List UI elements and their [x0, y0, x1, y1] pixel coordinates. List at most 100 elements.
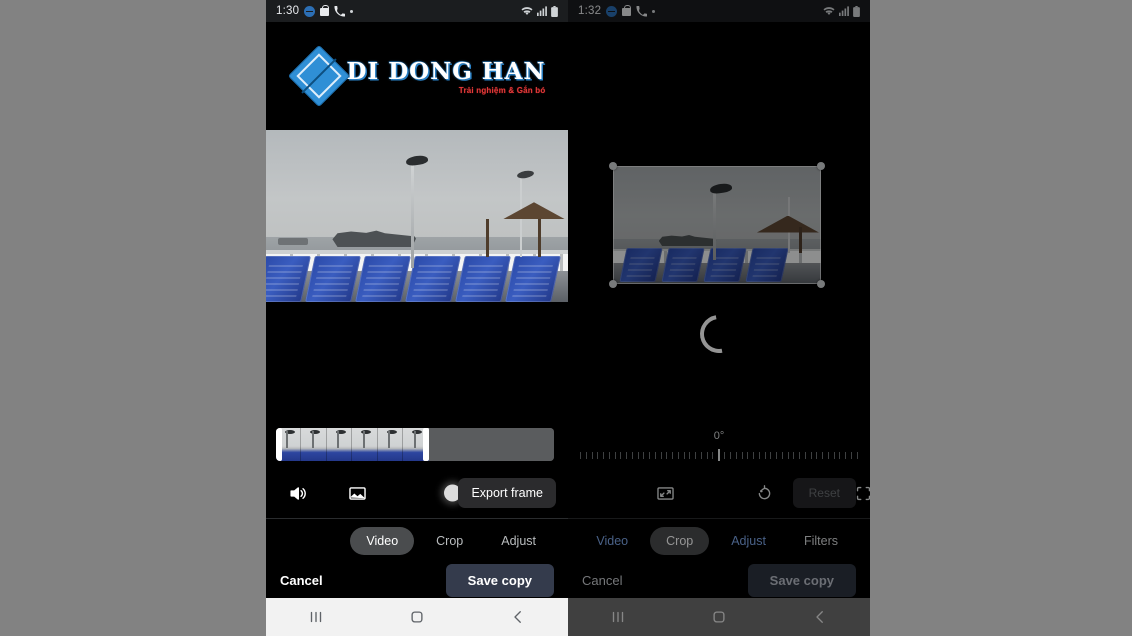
- status-bar-right: [521, 5, 558, 17]
- save-copy-button[interactable]: Save copy: [445, 563, 554, 597]
- timeline-thumbnail: [377, 428, 404, 461]
- dial-tick: [776, 451, 777, 459]
- dial-tick: [770, 451, 772, 459]
- tab-adjust[interactable]: Adjust: [485, 527, 552, 555]
- volume-icon[interactable]: [284, 480, 310, 506]
- video-preview[interactable]: [266, 130, 568, 302]
- lounge-chair: [455, 256, 511, 302]
- wifi-icon: [823, 6, 835, 16]
- action-bar: Cancel Save copy: [266, 562, 568, 598]
- dial-tick: [758, 451, 760, 459]
- timeline-remainder[interactable]: [428, 428, 554, 461]
- dial-tick: [660, 451, 662, 459]
- tab-crop[interactable]: Crop: [420, 527, 479, 555]
- free-crop-icon[interactable]: [854, 480, 870, 506]
- app-logo-banner: DI DONG HAN Trải nghiệm & Gắn bó: [266, 22, 568, 130]
- dial-tick: [631, 451, 633, 459]
- dial-tick: [603, 451, 604, 459]
- dial-tick: [724, 451, 726, 459]
- timeline-thumbnail: [301, 428, 327, 461]
- frame-picture-icon[interactable]: [344, 480, 370, 506]
- cancel-button[interactable]: Cancel: [280, 573, 323, 588]
- dial-tick: [856, 451, 858, 459]
- dial-tick: [597, 451, 599, 459]
- dial-tick: [781, 451, 783, 459]
- dial-tick: [672, 451, 673, 459]
- dial-tick: [695, 451, 696, 459]
- editor-tabs: Video Crop Adjust: [266, 522, 568, 560]
- recents-icon[interactable]: [307, 608, 325, 626]
- dial-tick: [626, 451, 627, 459]
- dial-tick: [643, 451, 645, 459]
- trim-handle-left[interactable]: [276, 428, 282, 461]
- tab-crop[interactable]: Crop: [650, 527, 710, 555]
- dial-tick: [850, 451, 852, 459]
- dial-tick: [839, 451, 841, 459]
- status-bar-left: 1:30: [276, 5, 354, 17]
- status-bar-left: 1:32: [578, 5, 656, 17]
- tab-filters[interactable]: Filters: [788, 527, 854, 555]
- action-bar: Cancel Save copy: [568, 562, 870, 598]
- dial-tick: [822, 451, 823, 459]
- status-bar: 1:32: [568, 0, 870, 22]
- logo-title: DI DONG HAN: [346, 57, 546, 85]
- rotate-icon[interactable]: [755, 480, 774, 506]
- crop-handle-top-left[interactable]: [609, 162, 617, 170]
- dial-tick: [810, 451, 812, 459]
- phone-icon: [636, 5, 648, 17]
- dial-tick: [689, 451, 691, 459]
- back-icon[interactable]: [811, 608, 829, 626]
- aspect-ratio-icon[interactable]: [656, 480, 675, 506]
- crop-handle-bottom-right[interactable]: [817, 280, 825, 288]
- dial-tick: [700, 451, 702, 459]
- system-nav-bar: [568, 598, 870, 636]
- crop-outline: [613, 166, 821, 284]
- dial-tick: [608, 451, 610, 459]
- editor-tabs: Video Crop Adjust Filters: [568, 522, 870, 560]
- dial-tick: [799, 451, 800, 459]
- video-tool-row: Export frame: [266, 470, 568, 516]
- dial-tick: [741, 451, 743, 459]
- diamond-logo-icon: [287, 44, 350, 108]
- signal-icon: [537, 6, 547, 16]
- tab-adjust[interactable]: Adjust: [715, 527, 782, 555]
- tab-video[interactable]: Video: [350, 527, 415, 555]
- dial-tick: [845, 451, 846, 459]
- battery-icon: [551, 5, 558, 17]
- home-icon[interactable]: [710, 608, 728, 626]
- dial-tick: [787, 451, 789, 459]
- lounge-chair: [355, 256, 411, 302]
- status-bar-clock: 1:30: [276, 5, 300, 17]
- dial-tick: [666, 451, 668, 459]
- crop-handle-bottom-left[interactable]: [609, 280, 617, 288]
- save-copy-button[interactable]: Save copy: [747, 563, 856, 597]
- timeline-selection[interactable]: [276, 428, 429, 461]
- rotation-dial[interactable]: [580, 448, 858, 462]
- video-timeline[interactable]: [276, 428, 554, 461]
- status-bar-clock: 1:32: [578, 5, 602, 17]
- tab-video[interactable]: Video: [580, 527, 644, 555]
- dial-tick: [580, 451, 581, 459]
- dial-tick: [833, 451, 835, 459]
- reset-button[interactable]: Reset: [792, 478, 856, 508]
- trim-handle-right[interactable]: [422, 428, 429, 461]
- dial-tick: [827, 451, 829, 459]
- home-icon[interactable]: [408, 608, 426, 626]
- crop-handle-top-right[interactable]: [817, 162, 825, 170]
- dial-tick-center: [718, 449, 720, 461]
- logo-wrap: DI DONG HAN Trải nghiệm & Gắn bó: [287, 44, 546, 108]
- dial-tick: [654, 451, 656, 459]
- shopping-bag-icon: [320, 5, 330, 16]
- dial-tick: [764, 451, 766, 459]
- recents-icon[interactable]: [609, 608, 627, 626]
- battery-icon: [853, 5, 860, 17]
- back-icon[interactable]: [509, 608, 527, 626]
- rotation-dial-row[interactable]: 0°: [568, 430, 870, 466]
- crop-frame[interactable]: [609, 162, 825, 288]
- dial-tick: [793, 451, 795, 459]
- cancel-button[interactable]: Cancel: [582, 573, 622, 588]
- dial-tick: [730, 451, 731, 459]
- export-frame-button[interactable]: Export frame: [458, 478, 556, 508]
- screenshot-stage: 1:30 DI DONG HAN Trải nghiệm & Gắn bó Ex…: [0, 0, 1132, 636]
- video-timeline-row[interactable]: [266, 422, 568, 464]
